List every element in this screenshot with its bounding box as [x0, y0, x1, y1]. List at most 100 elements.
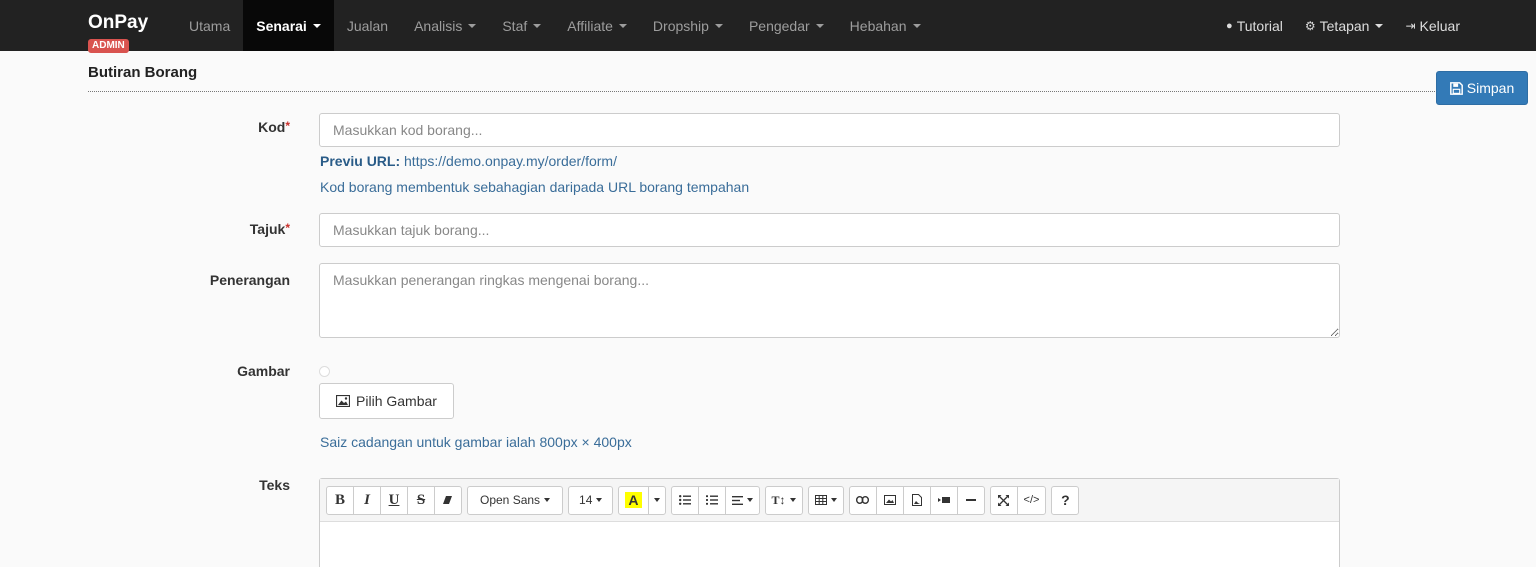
unordered-list-button[interactable] — [670, 485, 699, 515]
nav-item-utama[interactable]: Utama — [176, 0, 243, 51]
tajuk-input[interactable] — [319, 213, 1340, 247]
nav-item-jualan[interactable]: Jualan — [334, 0, 401, 51]
brand[interactable]: OnPay ADMIN — [88, 0, 176, 53]
pick-image-label: Pilih Gambar — [356, 393, 437, 409]
tajuk-label: Tajuk* — [90, 221, 290, 237]
list-ol-icon — [705, 495, 718, 505]
font-size-dropdown[interactable]: 14 — [568, 485, 614, 515]
color-group: A — [618, 485, 666, 515]
nav-item-staf[interactable]: Staf — [489, 0, 554, 51]
cogs-icon: ⚙ — [1304, 18, 1316, 33]
top-navbar: OnPay ADMIN Utama Senarai Jualan Analisis St… — [0, 0, 1536, 53]
nav-item-tetapan[interactable]: ⚙ Tetapan — [1294, 0, 1395, 51]
chevron-down-icon — [815, 23, 824, 28]
nav-item-label: Senarai — [256, 17, 307, 34]
table-icon — [814, 495, 827, 505]
link-icon — [856, 496, 870, 504]
nav-item-analisis[interactable]: Analisis — [401, 0, 489, 51]
horizontal-rule-button[interactable] — [956, 485, 985, 515]
insert-file-button[interactable] — [902, 485, 931, 515]
nav-item-dropship[interactable]: Dropship — [640, 0, 736, 51]
nav-item-hebahan[interactable]: Hebahan — [837, 0, 934, 51]
table-dropdown[interactable] — [807, 485, 844, 515]
nav-item-senarai[interactable]: Senarai — [243, 0, 334, 51]
nav-item-label: Keluar — [1419, 17, 1460, 34]
nav-item-label: Dropship — [652, 17, 709, 34]
required-marker: * — [285, 221, 290, 235]
height-group: T↕ — [764, 485, 803, 515]
font-size-group: 14 — [568, 485, 614, 515]
kod-input[interactable] — [319, 113, 1340, 147]
chevron-down-icon — [618, 23, 627, 28]
teks-label: Teks — [259, 477, 290, 493]
gambar-label: Gambar — [237, 363, 290, 379]
preview-url-value[interactable]: https://demo.onpay.my/order/form/ — [404, 153, 617, 169]
video-icon — [937, 497, 950, 503]
color-dropdown[interactable] — [647, 485, 666, 515]
admin-badge: ADMIN — [88, 39, 129, 53]
editor-toolbar: B I U S Open Sans 14 A T↕ </> ? — [320, 479, 1339, 522]
chevron-down-icon — [789, 498, 796, 502]
right-nav: ● Tutorial ⚙ Tetapan ⇥ Keluar — [1215, 0, 1471, 51]
required-marker: * — [285, 119, 290, 133]
paragraph-align-dropdown[interactable] — [724, 485, 760, 515]
insert-picture-button[interactable] — [875, 485, 904, 515]
italic-button[interactable]: I — [353, 485, 381, 515]
nav-item-label: Jualan — [346, 17, 389, 34]
pick-image-button[interactable]: Pilih Gambar — [319, 383, 454, 419]
nav-item-affiliate[interactable]: Affiliate — [554, 0, 640, 51]
line-height-dropdown[interactable]: T↕ — [764, 485, 803, 515]
fullscreen-button[interactable] — [989, 485, 1018, 515]
chevron-down-icon — [1375, 23, 1384, 28]
bold-button[interactable]: B — [326, 485, 354, 515]
align-left-icon — [731, 495, 743, 505]
nav-item-label: Analisis — [414, 17, 463, 34]
floppy-disk-icon — [1449, 81, 1463, 95]
main-nav: Utama Senarai Jualan Analisis Staf Affiliate D… — [176, 0, 934, 51]
underline-button[interactable]: U — [380, 485, 408, 515]
kod-help-text: Kod borang membentuk sebahagian daripada… — [320, 179, 750, 195]
penerangan-label: Penerangan — [209, 272, 290, 288]
chevron-down-icon — [714, 23, 723, 28]
help-group: ? — [1051, 485, 1080, 515]
brand-name: OnPay — [88, 12, 149, 33]
preview-url-label: Previu URL: — [320, 153, 401, 169]
save-button[interactable]: Simpan — [1436, 71, 1528, 105]
penerangan-textarea[interactable] — [319, 263, 1340, 338]
font-name-value: Open Sans — [480, 493, 541, 507]
eraser-icon — [443, 496, 452, 504]
highlight-color-button[interactable]: A — [618, 485, 649, 515]
font-size-value: 14 — [579, 493, 593, 507]
expand-icon — [998, 494, 1010, 506]
help-button[interactable]: ? — [1051, 485, 1080, 515]
strikethrough-button[interactable]: S — [407, 485, 435, 515]
image-preview-placeholder — [319, 366, 330, 377]
ordered-list-button[interactable] — [697, 485, 726, 515]
question-circle-icon: ● — [1226, 19, 1233, 32]
log-out-icon: ⇥ — [1405, 18, 1416, 33]
nav-item-label: Pengedar — [748, 17, 810, 34]
paragraph-group — [670, 485, 760, 515]
image-icon — [336, 395, 351, 407]
nav-item-pengedar[interactable]: Pengedar — [736, 0, 837, 51]
chevron-down-icon — [312, 23, 321, 28]
chevron-down-icon — [746, 498, 753, 502]
insert-link-button[interactable] — [848, 485, 877, 515]
kod-label-text: Kod — [258, 119, 286, 135]
chevron-down-icon — [544, 498, 551, 502]
code-view-button[interactable]: </> — [1016, 485, 1047, 515]
chevron-down-icon — [653, 498, 660, 502]
kod-label: Kod* — [90, 119, 290, 135]
nav-item-tutorial[interactable]: ● Tutorial — [1215, 0, 1294, 51]
rich-text-editor: B I U S Open Sans 14 A T↕ </> ? — [319, 478, 1340, 567]
nav-item-label: Hebahan — [849, 17, 907, 34]
section-divider — [88, 91, 1435, 92]
clear-format-button[interactable] — [434, 485, 462, 515]
view-group: </> — [989, 485, 1047, 515]
font-name-dropdown[interactable]: Open Sans — [467, 485, 564, 515]
save-button-label: Simpan — [1466, 80, 1515, 96]
insert-video-button[interactable] — [929, 485, 958, 515]
text-color-icon: A — [625, 492, 642, 508]
style-group: B I U S — [326, 485, 462, 515]
nav-item-keluar[interactable]: ⇥ Keluar — [1394, 0, 1471, 51]
